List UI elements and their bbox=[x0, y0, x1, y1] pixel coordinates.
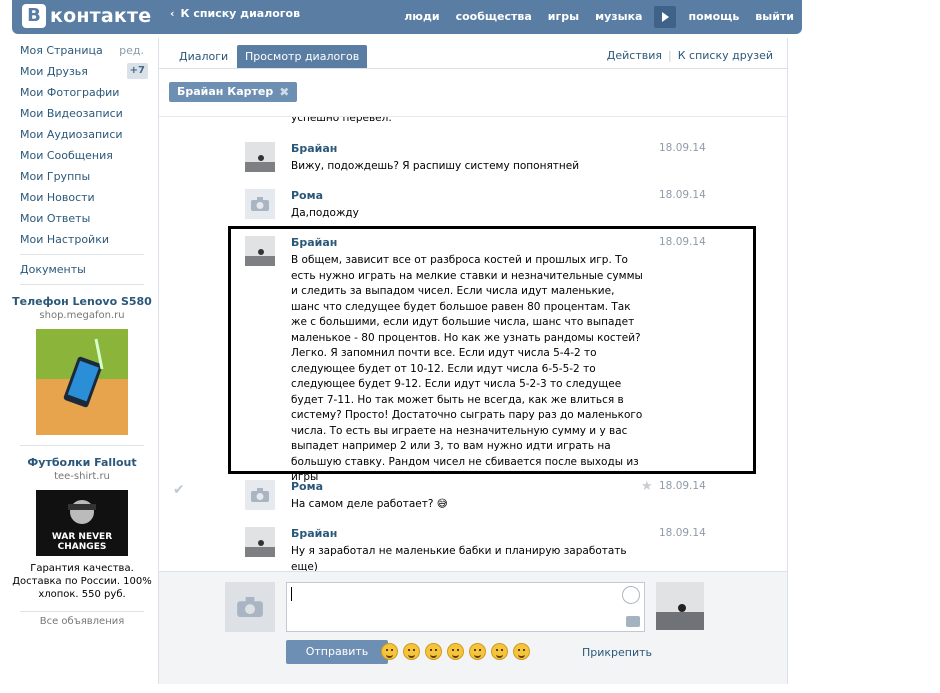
divider bbox=[20, 254, 144, 255]
ad-description: Гарантия качества. Доставка по России. 1… bbox=[12, 563, 152, 600]
top-nav: люди сообщества игры музыка помощь выйти bbox=[396, 0, 802, 34]
camera-icon bbox=[251, 488, 269, 502]
nav-music[interactable]: музыка bbox=[587, 3, 650, 31]
emoji-icon[interactable] bbox=[403, 643, 420, 660]
divider bbox=[20, 445, 144, 446]
message-item[interactable]: Рома На самом деле работает? 😅 ★ 18.09.1… bbox=[245, 477, 715, 523]
ad-tshirt-image[interactable]: WAR NEVER CHANGES bbox=[36, 490, 128, 556]
logo-letter: В bbox=[22, 4, 46, 28]
back-to-dialogs-link[interactable]: ‹ К списку диалогов bbox=[170, 0, 300, 34]
message-date: 18.09.14 bbox=[659, 480, 706, 492]
my-avatar[interactable] bbox=[225, 582, 275, 632]
edit-link[interactable]: ред. bbox=[119, 40, 144, 61]
message-item[interactable]: Брайан Вижу, подождешь? Я распишу систем… bbox=[245, 139, 715, 185]
emoji-icon[interactable] bbox=[491, 643, 508, 660]
to-friends-link[interactable]: К списку друзей bbox=[678, 49, 773, 62]
top-header: В контакте ‹ К списку диалогов люди сообщ… bbox=[12, 0, 802, 34]
camera-icon bbox=[251, 197, 269, 211]
divider bbox=[20, 284, 144, 285]
ad-block-phone[interactable]: Телефон Lenovo S580 shop.megafon.ru bbox=[12, 289, 152, 441]
ad-title[interactable]: Футболки Fallout bbox=[12, 456, 152, 469]
friends-badge: +7 bbox=[126, 63, 148, 79]
tab-dialogs[interactable]: Диалоги bbox=[171, 45, 236, 68]
play-music-button[interactable] bbox=[654, 6, 677, 28]
camera-icon bbox=[237, 597, 263, 617]
nav-people[interactable]: люди bbox=[396, 3, 447, 31]
divider bbox=[20, 611, 144, 612]
all-ads-link[interactable]: Все объявления bbox=[12, 616, 152, 627]
avatar[interactable] bbox=[245, 142, 275, 172]
vk-logo[interactable]: В контакте bbox=[22, 4, 151, 28]
avatar[interactable] bbox=[245, 480, 275, 510]
emoji-icon[interactable] bbox=[425, 643, 442, 660]
message-text: Да,подожду bbox=[291, 207, 359, 219]
tab-actions: Действия | К списку друзей bbox=[606, 49, 773, 62]
message-author[interactable]: Брайан bbox=[291, 142, 337, 155]
nav-help[interactable]: помощь bbox=[680, 3, 747, 31]
logo-text: контакте bbox=[50, 5, 152, 27]
play-icon bbox=[661, 12, 669, 22]
message-date: 18.09.14 bbox=[659, 189, 706, 201]
sidebar-item-photos[interactable]: Мои Фотографии bbox=[12, 82, 152, 103]
message-author[interactable]: Рома bbox=[291, 480, 323, 493]
sidebar-item-documents[interactable]: Документы bbox=[12, 259, 152, 280]
sidebar-item-videos[interactable]: Мои Видеозаписи bbox=[12, 103, 152, 124]
recipient-avatar[interactable] bbox=[656, 582, 704, 630]
left-sidebar: Моя Страница ред. Мои Друзья +7 Мои Фотогр… bbox=[12, 40, 152, 627]
star-icon[interactable]: ★ bbox=[641, 479, 653, 494]
close-icon[interactable]: ✖ bbox=[279, 82, 289, 102]
sidebar-item-audio[interactable]: Мои Аудиозаписи bbox=[12, 124, 152, 145]
text-caret bbox=[291, 587, 292, 601]
message-composer: Отправить Прикрепить bbox=[159, 571, 787, 684]
avatar[interactable] bbox=[245, 189, 275, 219]
avatar[interactable] bbox=[245, 527, 275, 557]
ad-domain: shop.megafon.ru bbox=[39, 310, 125, 321]
sidebar-item-messages[interactable]: Мои Сообщения bbox=[12, 145, 152, 166]
tab-view-dialogs[interactable]: Просмотр диалогов bbox=[237, 45, 368, 68]
chevron-left-icon: ‹ bbox=[170, 7, 175, 20]
message-date: 18.09.14 bbox=[659, 527, 706, 539]
recipient-name: Брайан Картер bbox=[177, 85, 274, 98]
message-text: Ну я заработал не маленькие бабки и план… bbox=[291, 545, 627, 572]
nav-logout[interactable]: выйти bbox=[747, 3, 802, 31]
send-button[interactable]: Отправить bbox=[286, 640, 388, 664]
sidebar-item-friends[interactable]: Мои Друзья +7 bbox=[12, 61, 152, 82]
emoji-icon[interactable] bbox=[513, 643, 530, 660]
emoji-icon[interactable] bbox=[447, 643, 464, 660]
ad-domain: tee-shirt.ru bbox=[54, 471, 110, 482]
actions-link[interactable]: Действия bbox=[607, 49, 662, 62]
ad-phone-image[interactable] bbox=[36, 329, 128, 435]
emoji-bar bbox=[381, 643, 535, 660]
message-author[interactable]: Брайан bbox=[291, 527, 337, 540]
nav-communities[interactable]: сообщества bbox=[448, 3, 540, 31]
read-check-icon: ✔ bbox=[173, 482, 185, 498]
message-author[interactable]: Рома bbox=[291, 189, 323, 202]
message-input[interactable] bbox=[286, 582, 645, 632]
sidebar-item-answers[interactable]: Мои Ответы bbox=[12, 208, 152, 229]
nav-games[interactable]: игры bbox=[540, 3, 587, 31]
camera-icon[interactable] bbox=[626, 616, 640, 627]
highlight-frame bbox=[228, 226, 756, 474]
message-date: 18.09.14 bbox=[659, 142, 706, 154]
message-text: успешно перевел. bbox=[291, 116, 392, 124]
ad-image-text: WAR NEVER CHANGES bbox=[51, 532, 113, 552]
sidebar-item-settings[interactable]: Мои Настройки bbox=[12, 229, 152, 250]
message-text: Вижу, подождешь? Я распишу систему попон… bbox=[291, 160, 580, 172]
sidebar-item-my-page[interactable]: Моя Страница ред. bbox=[12, 40, 152, 61]
recipient-chip[interactable]: Брайан Картер ✖ bbox=[169, 82, 298, 102]
emoji-icon[interactable] bbox=[469, 643, 486, 660]
ad-block-tshirt[interactable]: Футболки Fallout tee-shirt.ru WAR NEVER … bbox=[12, 450, 152, 607]
message-text: На самом деле работает? 😅 bbox=[291, 498, 448, 510]
ad-title[interactable]: Телефон Lenovo S580 bbox=[12, 295, 152, 308]
sidebar-item-news[interactable]: Мои Новости bbox=[12, 187, 152, 208]
smile-icon[interactable] bbox=[622, 586, 640, 604]
sidebar-item-groups[interactable]: Мои Группы bbox=[12, 166, 152, 187]
tabs-bar: Диалоги Просмотр диалогов Действия | К спи… bbox=[159, 38, 787, 69]
message-item[interactable]: Брайан Ну я заработал не маленькие бабки… bbox=[245, 524, 715, 572]
attach-link[interactable]: Прикрепить bbox=[582, 646, 652, 659]
emoji-icon[interactable] bbox=[381, 643, 398, 660]
